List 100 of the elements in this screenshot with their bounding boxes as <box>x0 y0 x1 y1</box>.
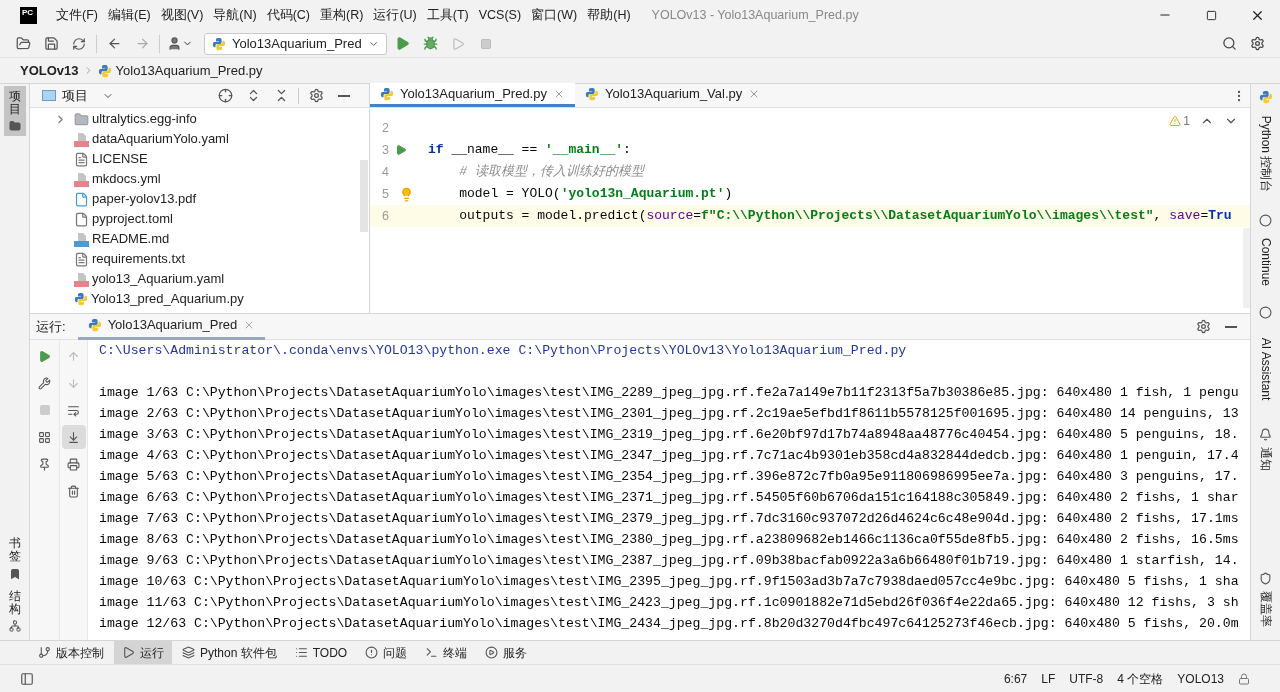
markdown-file-icon <box>74 231 89 247</box>
console-output-line: image 4/63 C:\Python\Projects\DatasetAquariumYolo\images\test\IMG_2347_jpeg_jpg.rf.7c71ac4b9301eb358cd4a832844dedcb.jpg: 640x480 1 penguin, 17.4 <box>99 446 1239 465</box>
file-tree-item[interactable]: mkdocs.yml <box>92 169 161 189</box>
console-output-line: image 1/63 C:\Python\Projects\DatasetAquariumYolo\images\test\IMG_2289_jpeg_jpg.rf.fe2a7a149e7b11f2313f5a7b30386e85.jpg: 640x480 1 fish, 1 pengu <box>99 383 1239 402</box>
bug-icon <box>422 36 438 51</box>
run-tab[interactable]: Yolo13Aquarium_Pred <box>77 313 266 340</box>
bell-icon <box>1259 427 1272 441</box>
breadcrumb-item[interactable]: YOLOv13 <box>20 60 79 81</box>
yaml-file-icon <box>74 131 89 147</box>
tool-window-button[interactable]: 终端 <box>417 640 476 665</box>
menu-item[interactable]: 文件(F) <box>51 3 103 27</box>
editor-tab[interactable]: Yolo13Aquarium_Val.py <box>574 83 771 107</box>
line-number: 3 <box>381 141 389 159</box>
status-item[interactable]: UTF-8 <box>1069 669 1104 688</box>
settings-icon <box>1249 36 1265 51</box>
menu-item[interactable]: VCS(S) <box>473 3 527 27</box>
unknown-file-icon <box>74 191 89 207</box>
code-line: outputs = model.predict(source=f"C:\\Python\\Projects\\DatasetAquariumYolo\\images\\test", save=Tru <box>458 207 1232 226</box>
folder-icon <box>15 36 31 51</box>
editor-tab[interactable]: Yolo13Aquarium_Pred.py <box>370 83 575 107</box>
panel-icon <box>42 90 56 101</box>
tool-window-tab[interactable]: AI Assistant <box>1258 306 1273 414</box>
file-tree-item[interactable]: ultralytics.egg-info <box>92 109 197 129</box>
status-item[interactable]: LF <box>1041 669 1056 688</box>
file-tree-item[interactable]: Yolo13_pred_Aquarium.py <box>91 289 244 309</box>
menu-item[interactable]: 帮助(H) <box>582 3 636 27</box>
scrollbar-thumb[interactable] <box>360 160 368 232</box>
console-output-line: image 2/63 C:\Python\Projects\DatasetAquariumYolo\images\test\IMG_2301_jpeg_jpg.rf.2c19ae5efbd1f8611b5578125f001695.jpg: 640x480 14 penguins, 13 <box>99 404 1239 423</box>
app-logo: PC <box>20 6 37 24</box>
console-output-line: image 12/63 C:\Python\Projects\DatasetAquariumYolo\images\test\IMG_2434_jpeg_jpg.rf.8b20d3270d4fbc497c64125273f46ecb.jpg: 640x480 5 fishs, 20.0m <box>99 614 1239 633</box>
panel-title-dropdown[interactable]: 项目 <box>62 85 114 106</box>
maximize-icon <box>1205 9 1217 21</box>
file-tree-item[interactable]: dataAquariumYolo.yaml <box>92 129 229 149</box>
tool-window-button[interactable]: TODO <box>286 640 356 665</box>
menu-item[interactable]: 代码(C) <box>261 3 316 27</box>
save-icon <box>43 36 59 51</box>
play-icon <box>122 646 135 659</box>
layout-icon[interactable] <box>20 671 34 686</box>
tool-window-tab[interactable]: Continue <box>1258 213 1273 293</box>
python-icon <box>380 86 394 101</box>
menu-item[interactable]: 运行(U) <box>368 3 422 27</box>
arrow-down-icon <box>67 376 80 390</box>
status-item[interactable]: 6:67 <box>1003 669 1028 688</box>
status-item[interactable]: 4 个空格 <box>1117 669 1164 688</box>
tool-window-tab[interactable]: 项目 <box>3 86 26 137</box>
line-number: 4 <box>381 163 389 181</box>
folder-icon <box>74 111 89 127</box>
toml-file-icon <box>74 211 89 227</box>
code-line: # 读取模型，传入训练好的模型 <box>458 163 644 182</box>
lock-icon <box>1238 672 1250 685</box>
layers-icon <box>182 646 195 659</box>
tool-window-button[interactable]: 运行 <box>114 640 172 665</box>
menu-item[interactable]: 导航(N) <box>208 3 262 27</box>
stop-icon <box>38 404 51 416</box>
refresh-icon <box>72 36 86 51</box>
run-gutter-icon[interactable] <box>395 144 407 156</box>
arrow-up-icon <box>67 349 80 363</box>
menu-item[interactable]: 工具(T) <box>421 3 474 27</box>
window-title: YOLOv13 - Yolo13Aquarium_Pred.py <box>651 6 859 24</box>
file-tree-item[interactable]: README.md <box>92 229 170 249</box>
structure-icon <box>8 620 21 632</box>
scroll-to-end-button[interactable] <box>61 425 86 449</box>
tool-window-button[interactable]: Python 软件包 <box>174 640 285 665</box>
breadcrumb-item[interactable]: Yolo13Aquarium_Pred.py <box>115 60 263 81</box>
console-command: C:\Users\Administrator\.conda\envs\YOLO13\python.exe C:\Python\Projects\YOLOv13\Yolo13Aquarium_Pred.py <box>99 341 907 360</box>
tool-window-tab[interactable]: 结构 <box>3 589 26 632</box>
python-icon <box>1258 90 1273 104</box>
wrap-icon <box>67 403 80 417</box>
tool-window-tab[interactable]: 覆盖率 <box>1258 571 1273 630</box>
file-tree-item[interactable]: paper-yolov13.pdf <box>92 189 197 209</box>
crosshair-icon <box>217 88 233 103</box>
terminal-icon <box>425 646 439 659</box>
menu-item[interactable]: 视图(V) <box>155 3 209 27</box>
tool-window-tab[interactable]: Python 控制台 <box>1258 90 1273 200</box>
menu-item[interactable]: 编辑(E) <box>102 3 156 27</box>
warning-indicator[interactable]: 1 <box>1169 112 1190 130</box>
play-icon <box>38 349 51 363</box>
warning-icon <box>1169 115 1182 127</box>
tool-window-button[interactable]: 版本控制 <box>30 640 112 665</box>
layout-icon <box>38 430 51 444</box>
python-icon <box>87 318 102 332</box>
menu-item[interactable]: 窗口(W) <box>526 3 583 27</box>
tool-window-tab[interactable]: 书签 <box>3 537 26 580</box>
tool-window-button[interactable]: 服务 <box>477 640 536 665</box>
circle-icon <box>1259 213 1272 227</box>
file-tree-item[interactable]: yolo13_Aquarium.yaml <box>92 269 225 289</box>
tool-window-tab[interactable]: 通知 <box>1258 427 1273 474</box>
bookmark-icon <box>8 567 21 580</box>
tool-window-button[interactable]: 问题 <box>357 640 416 665</box>
console-output-line: image 7/63 C:\Python\Projects\DatasetAquariumYolo\images\test\IMG_2379_jpeg_jpg.rf.7dc3160c937072d26d4624c6c48e904d.jpg: 640x480 2 fishs, 17.1ms <box>99 509 1239 528</box>
console-output-line: image 6/63 C:\Python\Projects\DatasetAquariumYolo\images\test\IMG_2371_jpeg_jpg.rf.54505f60b6706da151c164188c305849.jpg: 640x480 2 fishs, 1 shar <box>99 488 1239 507</box>
branch-icon <box>38 646 51 659</box>
file-tree-item[interactable]: requirements.txt <box>92 249 186 269</box>
file-tree-item[interactable]: pyproject.toml <box>92 209 173 229</box>
run-config-dropdown[interactable]: Yolo13Aquarium_Pred <box>204 32 387 55</box>
menu-item[interactable]: 重构(R) <box>315 3 369 27</box>
status-item[interactable]: YOLO13 <box>1177 669 1224 688</box>
search-icon <box>1221 36 1237 51</box>
trash-icon <box>67 484 80 498</box>
file-tree-item[interactable]: LICENSE <box>92 149 148 169</box>
